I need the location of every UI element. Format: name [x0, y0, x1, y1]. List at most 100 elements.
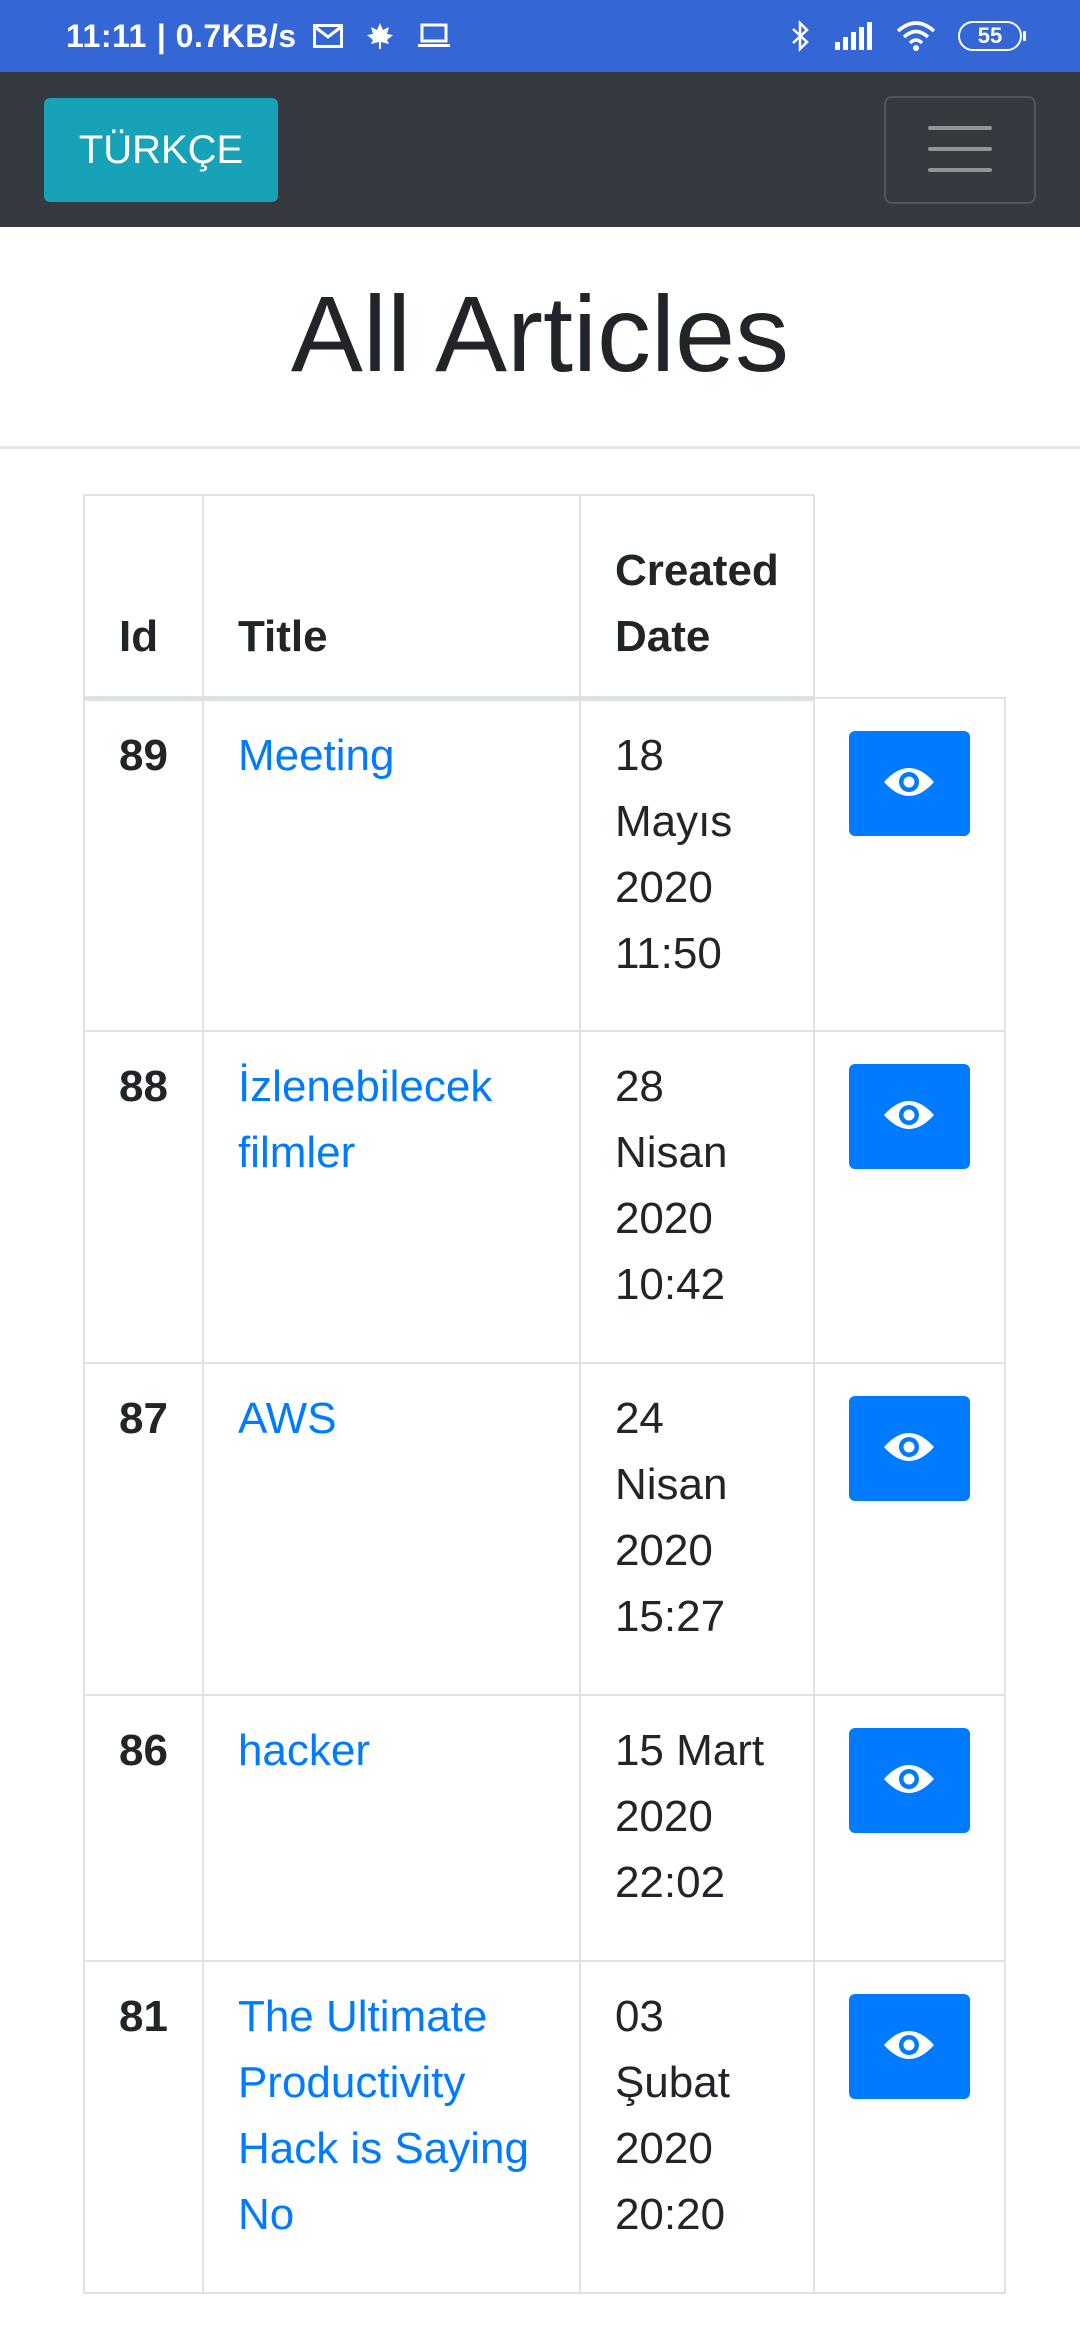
table-body: 89 Meeting 18 Mayıs 2020 11:50 88 İzlene… [83, 697, 1006, 2294]
table-row: 86 hacker 15 Mart 2020 22:02 [83, 1694, 1006, 1962]
article-title-link[interactable]: hacker [238, 1726, 370, 1775]
cell-created-date: 18 Mayıs 2020 11:50 [578, 697, 815, 1032]
view-article-button[interactable] [848, 1728, 970, 1833]
article-id: 88 [119, 1062, 168, 1111]
article-title-link[interactable]: Meeting [238, 731, 395, 780]
date-line: 2020 [614, 1526, 713, 1575]
article-id: 86 [119, 1726, 168, 1775]
cell-title: Meeting [201, 697, 581, 1032]
date-line: 15 Mart [614, 1726, 765, 1775]
date-line: Nisan [614, 1128, 728, 1177]
date-line: 2020 [614, 2124, 713, 2173]
eye-icon [882, 1761, 936, 1800]
date-line: Şubat [614, 2058, 730, 2107]
view-article-button[interactable] [848, 731, 970, 836]
bluetooth-icon [790, 20, 812, 52]
status-left: 11:11 | 0.7KB/s [66, 18, 451, 55]
signal-icon [834, 22, 874, 50]
page-header: All Articles [0, 227, 1080, 449]
eye-icon [882, 2027, 936, 2066]
navbar: TÜRKÇE [0, 72, 1080, 227]
title-line: Meeting [237, 730, 395, 780]
view-article-button[interactable] [848, 1064, 970, 1169]
date-line: 10:42 [614, 1260, 726, 1309]
cell-actions [812, 1960, 1006, 2294]
cell-id: 88 [83, 1030, 204, 1364]
date-line: 22:02 [614, 1858, 726, 1907]
status-network-speed: | 0.7KB/s [156, 17, 297, 54]
cell-id: 81 [83, 1960, 204, 2294]
cell-actions [812, 1362, 1006, 1696]
article-id: 81 [119, 1992, 168, 2041]
cell-actions [812, 697, 1006, 1032]
article-title-link[interactable]: The Ultimate Productivity Hack is Saying… [238, 1992, 529, 2239]
title-line: The Ultimate [237, 1992, 488, 2041]
table-header-row: Id Title Created Date [83, 494, 1005, 701]
column-header-title: Title [201, 494, 581, 701]
article-id: 87 [119, 1394, 168, 1443]
view-article-button[interactable] [848, 1396, 970, 1501]
laptop-icon [417, 23, 451, 49]
eye-icon [882, 1097, 936, 1136]
header-date-label: Date [614, 611, 711, 661]
cell-created-date: 28 Nisan 2020 10:42 [578, 1030, 815, 1364]
date-line: 2020 [614, 862, 713, 912]
date-line: 11:50 [614, 928, 722, 978]
title-line: AWS [237, 1394, 337, 1443]
cell-id: 87 [83, 1362, 204, 1696]
page-title: All Articles [290, 273, 790, 394]
date-line: 24 [614, 1394, 664, 1443]
date-line: 18 [614, 730, 664, 780]
table-row: 87 AWS 24 Nisan 2020 15:27 [83, 1362, 1006, 1696]
header-id-label: Id [119, 611, 159, 661]
eye-icon [882, 1429, 936, 1468]
navbar-toggler-button[interactable] [884, 96, 1036, 204]
date-line: 28 [614, 1062, 664, 1111]
eye-icon [882, 764, 936, 803]
title-line: No [237, 2190, 295, 2239]
article-title-link[interactable]: AWS [238, 1394, 337, 1443]
column-header-created-date: Created Date [578, 494, 815, 701]
cell-title: İzlenebilecek filmler [201, 1030, 581, 1364]
article-title-link[interactable]: İzlenebilecek filmler [238, 1062, 492, 1177]
hamburger-menu-icon [926, 123, 994, 178]
cell-actions [812, 1694, 1006, 1962]
language-toggle-button[interactable]: TÜRKÇE [44, 98, 278, 202]
cell-actions [812, 1030, 1006, 1364]
cell-created-date: 03 Şubat 2020 20:20 [578, 1960, 815, 2294]
leaf-icon [365, 21, 395, 51]
view-article-button[interactable] [848, 1994, 970, 2099]
status-time: 11:11 [66, 17, 147, 54]
column-header-actions [813, 495, 1005, 698]
header-created-label: Created [614, 545, 779, 595]
date-line: Mayıs [614, 796, 733, 846]
date-line: 20:20 [614, 2190, 726, 2239]
title-line: filmler [237, 1128, 356, 1177]
date-line: 2020 [614, 1194, 713, 1243]
wifi-icon [896, 21, 936, 51]
battery-indicator: 55 [958, 21, 1026, 51]
article-id: 89 [119, 730, 168, 780]
status-bar: 11:11 | 0.7KB/s 55 [0, 0, 1080, 72]
table-row: 88 İzlenebilecek filmler 28 Nisan 2020 1… [83, 1030, 1006, 1364]
title-line: Hack is Saying [237, 2124, 529, 2173]
date-line: 2020 [614, 1792, 713, 1841]
table-header: Id Title Created Date [83, 494, 1005, 701]
cell-id: 89 [83, 697, 204, 1032]
table-row: 81 The Ultimate Productivity Hack is Say… [83, 1960, 1006, 2294]
cell-created-date: 15 Mart 2020 22:02 [578, 1694, 815, 1962]
cell-created-date: 24 Nisan 2020 15:27 [578, 1362, 815, 1696]
mail-icon [312, 24, 343, 48]
status-right: 55 [768, 20, 1026, 52]
cell-id: 86 [83, 1694, 204, 1962]
date-line: 15:27 [614, 1592, 726, 1641]
header-title-label: Title [237, 611, 328, 661]
title-line: Productivity [237, 2058, 466, 2107]
table-row: 89 Meeting 18 Mayıs 2020 11:50 [83, 697, 1006, 1032]
cell-title: hacker [201, 1694, 581, 1962]
title-line: hacker [237, 1726, 371, 1775]
date-line: 03 [614, 1992, 664, 2041]
title-line: İzlenebilecek [237, 1062, 493, 1111]
cell-title: AWS [201, 1362, 581, 1696]
articles-table: Id Title Created Date 89 Meeting 18 Mayıs… [83, 494, 1006, 2294]
